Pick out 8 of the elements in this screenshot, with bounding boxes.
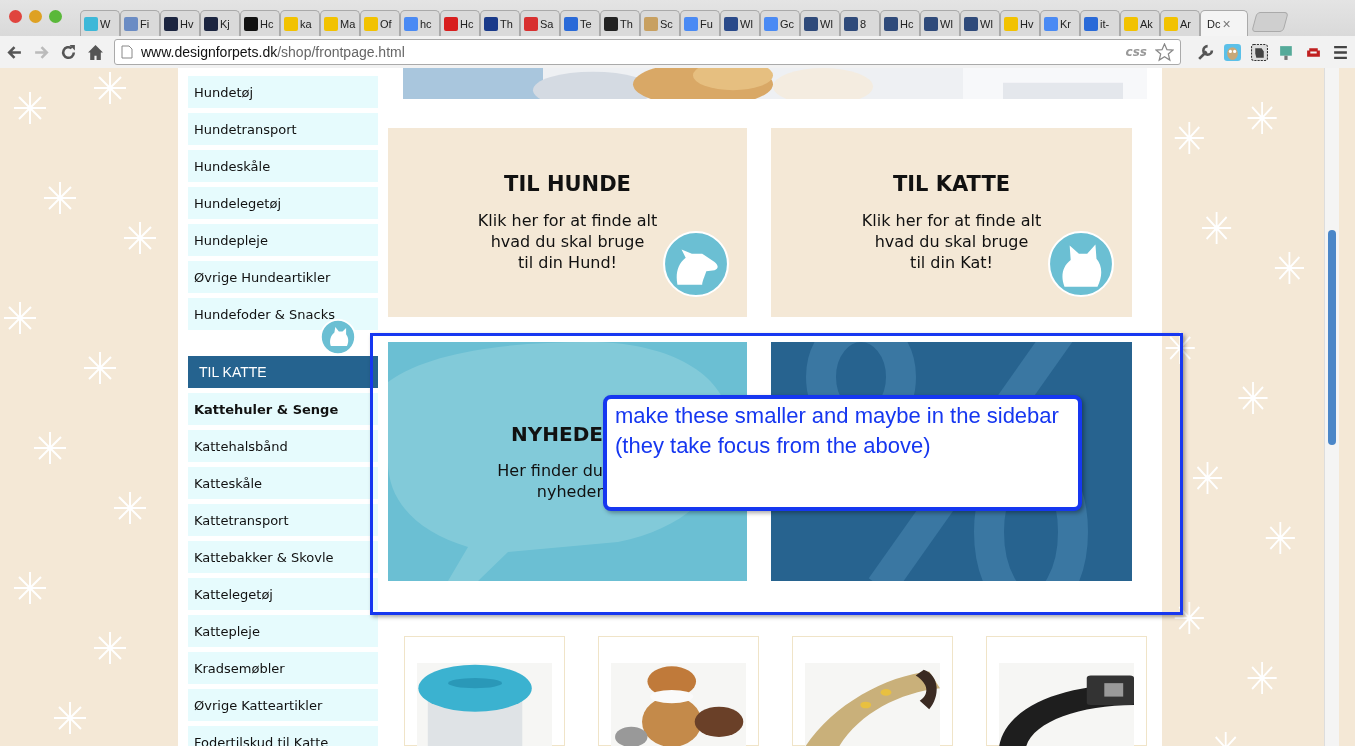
tile-text: Her finder du nyheder <box>497 460 603 502</box>
tile-text: Klik her for at finde alt hvad du skal bruge til din Kat! <box>861 210 1042 273</box>
tile-title: TIL KATTE <box>892 172 1011 196</box>
tile-text: Klik her for at finde alt hvad du skal bruge til din Hund! <box>477 210 658 273</box>
tile-title: TIL HUNDE <box>504 172 631 196</box>
tile-title: NYHEDE <box>511 422 603 446</box>
url-text: www.designforpets.dk/shop/frontpage.html <box>141 44 406 60</box>
annotation-tooltip: make these smaller and maybe in the sidebar (they take focus from the above) <box>603 395 1082 511</box>
